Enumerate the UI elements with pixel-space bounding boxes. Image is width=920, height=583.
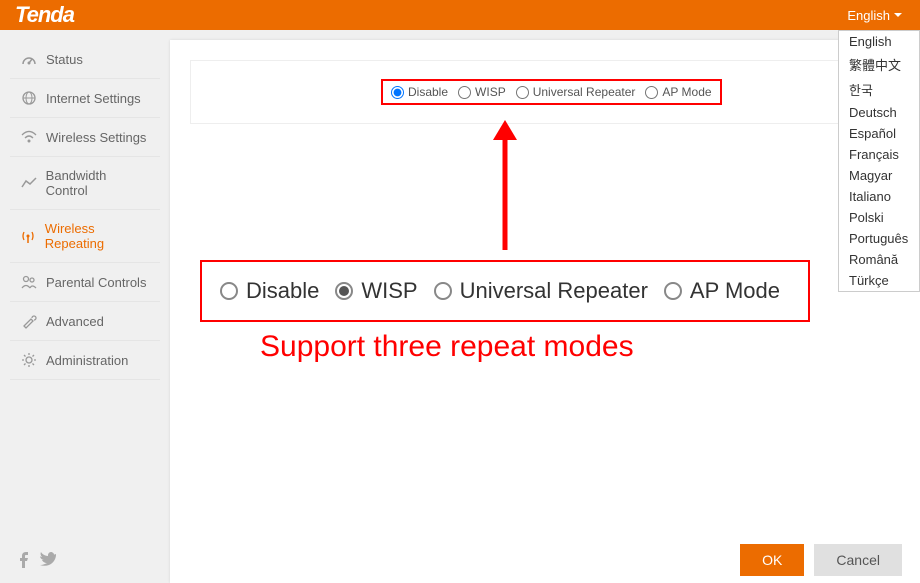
twitter-icon[interactable] [40,552,56,568]
brand-logo: Tenda [15,2,74,28]
zoom-label: Disable [246,278,319,304]
globe-icon [20,90,38,106]
radio-disable[interactable]: Disable [391,85,448,99]
sidebar-item-parental[interactable]: Parental Controls [10,263,160,302]
facebook-icon[interactable] [18,552,30,568]
cancel-button[interactable]: Cancel [814,544,902,576]
dashboard-icon [20,51,38,67]
lang-item[interactable]: Deutsch [839,102,919,123]
zoom-label: Universal Repeater [460,278,648,304]
sidebar-item-label: Bandwidth Control [46,168,150,198]
radio-label: AP Mode [662,85,711,99]
radio-input[interactable] [458,86,471,99]
social-links [18,552,56,568]
zoom-disable: Disable [220,278,319,304]
lang-item[interactable]: 繁體中文 [839,52,919,77]
radio-universal[interactable]: Universal Repeater [516,85,636,99]
antenna-icon [20,228,37,244]
radio-ap[interactable]: AP Mode [645,85,711,99]
radio-checked-icon [335,282,353,300]
lang-item[interactable]: Español [839,123,919,144]
footer: OK Cancel [0,537,920,583]
sidebar-item-repeating[interactable]: Wireless Repeating [10,210,160,263]
lang-item[interactable]: Română [839,249,919,270]
sidebar: Status Internet Settings Wireless Settin… [10,40,160,583]
sidebar-item-label: Wireless Settings [46,130,146,145]
lang-item[interactable]: Magyar [839,165,919,186]
mode-radio-group: Disable WISP Universal Repeater AP Mode [381,79,722,105]
gear-icon [20,352,38,368]
sidebar-item-admin[interactable]: Administration [10,341,160,380]
radio-input[interactable] [391,86,404,99]
radio-label: Universal Repeater [533,85,636,99]
lang-item[interactable]: Français [839,144,919,165]
language-selector[interactable]: English [839,4,910,27]
zoom-annotation: Disable WISP Universal Repeater AP Mode [200,260,810,322]
zoom-wisp: WISP [335,278,417,304]
sidebar-item-wireless[interactable]: Wireless Settings [10,118,160,157]
header: Tenda English English 繁體中文 한국 Deutsch Es… [0,0,920,30]
sidebar-item-status[interactable]: Status [10,40,160,79]
radio-wisp[interactable]: WISP [458,85,506,99]
zoom-label: WISP [361,278,417,304]
wifi-icon [20,129,38,145]
radio-input[interactable] [645,86,658,99]
sidebar-item-label: Internet Settings [46,91,141,106]
sidebar-item-label: Status [46,52,83,67]
caption-annotation: Support three repeat modes [260,330,634,364]
zoom-label: AP Mode [690,278,780,304]
radio-icon [664,282,682,300]
radio-icon [434,282,452,300]
sidebar-item-label: Administration [46,353,128,368]
sidebar-item-internet[interactable]: Internet Settings [10,79,160,118]
radio-input[interactable] [516,86,529,99]
lang-item[interactable]: Türkçe [839,270,919,291]
sidebar-item-advanced[interactable]: Advanced [10,302,160,341]
ok-button[interactable]: OK [740,544,804,576]
lang-item[interactable]: Polski [839,207,919,228]
zoom-universal: Universal Repeater [434,278,648,304]
radio-label: Disable [408,85,448,99]
lang-item[interactable]: Italiano [839,186,919,207]
radio-label: WISP [475,85,506,99]
lang-item[interactable]: English [839,31,919,52]
people-icon [20,274,38,290]
lang-item[interactable]: Português [839,228,919,249]
tools-icon [20,313,38,329]
zoom-ap: AP Mode [664,278,780,304]
sidebar-item-label: Parental Controls [46,275,146,290]
language-label: English [847,8,890,23]
mode-panel: Disable WISP Universal Repeater AP Mode [190,60,900,124]
caret-down-icon [894,13,902,17]
arrow-annotation-icon [485,120,525,260]
sidebar-item-label: Wireless Repeating [45,221,150,251]
action-buttons: OK Cancel [740,544,902,576]
sidebar-item-label: Advanced [46,314,104,329]
lang-item[interactable]: 한국 [839,77,919,102]
sidebar-item-bandwidth[interactable]: Bandwidth Control [10,157,160,210]
language-dropdown: English 繁體中文 한국 Deutsch Español Français… [838,30,920,292]
radio-icon [220,282,238,300]
chart-icon [20,175,38,191]
